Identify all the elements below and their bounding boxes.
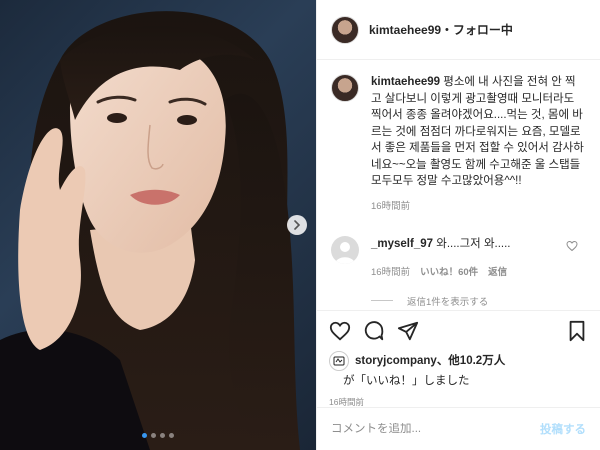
follow-status-button[interactable]: フォロー中 <box>453 21 513 38</box>
comment-input[interactable] <box>331 423 540 435</box>
next-slide-button[interactable] <box>287 215 307 235</box>
post-comment-button[interactable]: 投稿する <box>540 421 586 437</box>
post-caption: kimtaehee99 평소에 내 사진을 전혀 안 찍고 살다보니 이렇게 광… <box>331 74 586 212</box>
comment-item: _myself_97 와....그저 와..... 16時間前 いいね！60件 … <box>331 235 586 278</box>
likes-count[interactable]: 、他10.2万人 <box>437 355 505 367</box>
carousel-dot <box>151 433 156 438</box>
view-replies-button[interactable]: 返信1件を表示する <box>371 294 586 308</box>
comment-likes[interactable]: いいね！60件 <box>420 264 478 278</box>
carousel-dot <box>142 433 147 438</box>
comment-like-icon[interactable] <box>566 240 578 252</box>
chevron-right-icon <box>294 220 301 230</box>
portrait-image <box>0 11 300 450</box>
commenter-avatar[interactable] <box>331 235 359 264</box>
caption-text: kimtaehee99 평소에 내 사진을 전혀 안 찍고 살다보니 이렇게 광… <box>371 74 586 190</box>
caption-body: 평소에 내 사진을 전혀 안 찍고 살다보니 이렇게 광고촬영때 모니터라도 찍… <box>371 76 584 187</box>
header-separator: • <box>445 23 449 36</box>
liker-username[interactable]: storyjcompany <box>355 355 437 367</box>
view-replies-label: 返信1件を表示する <box>407 296 489 308</box>
likes-line: storyjcompany、他10.2万人 <box>355 354 505 369</box>
bookmark-icon[interactable] <box>566 320 588 342</box>
post-sidebar: kimtaehee99 • フォロー中 kimtaehee99 평소에 내 사진… <box>316 0 600 450</box>
comment-time[interactable]: 16時間前 <box>371 264 410 278</box>
action-icons <box>329 319 588 343</box>
comments-section: kimtaehee99 평소에 내 사진을 전혀 안 찍고 살다보니 이렇게 광… <box>317 60 600 310</box>
comment-icon[interactable] <box>363 320 385 342</box>
post-header: kimtaehee99 • フォロー中 <box>317 0 600 60</box>
heart-icon[interactable] <box>329 320 351 342</box>
carousel-dot <box>169 433 174 438</box>
author-avatar[interactable] <box>331 15 359 44</box>
share-icon[interactable] <box>397 320 419 342</box>
likes-suffix: が「いいね！」しました <box>343 375 470 387</box>
comment-reply-button[interactable]: 返信 <box>488 264 507 278</box>
comment-meta: 16時間前 いいね！60件 返信 <box>371 264 586 278</box>
comment-body: 와....그저 와..... <box>436 237 511 250</box>
comment-text: _myself_97 와....그저 와..... <box>371 236 586 252</box>
caption-time[interactable]: 16時間前 <box>371 198 586 212</box>
liker-logo-icon <box>333 356 345 366</box>
author-username[interactable]: kimtaehee99 <box>369 23 441 37</box>
instagram-post: kimtaehee99 • フォロー中 kimtaehee99 평소에 내 사진… <box>0 0 600 450</box>
post-actions: storyjcompany、他10.2万人 が「いいね！」しました 16時間前 <box>317 310 600 408</box>
liker-avatar[interactable] <box>329 351 349 371</box>
default-avatar-icon <box>335 241 355 264</box>
likes-summary: storyjcompany、他10.2万人 <box>329 351 588 371</box>
commenter-username[interactable]: _myself_97 <box>371 238 433 250</box>
caption-avatar[interactable] <box>331 74 359 102</box>
caption-username[interactable]: kimtaehee99 <box>371 76 440 88</box>
carousel-indicator <box>0 433 316 438</box>
add-comment-bar: 投稿する <box>317 407 600 450</box>
replies-line <box>371 300 393 301</box>
carousel-dot <box>160 433 165 438</box>
post-photo[interactable] <box>0 0 316 450</box>
